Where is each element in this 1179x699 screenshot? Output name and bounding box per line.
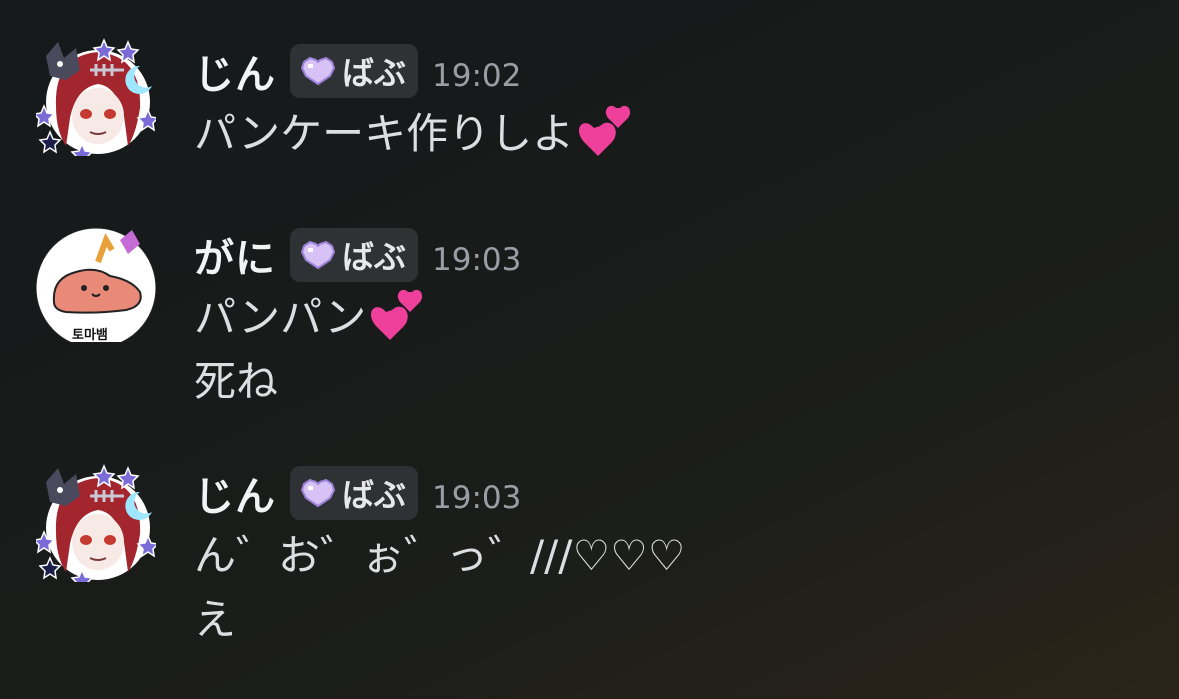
message-text: パンケーキ作りしよ <box>194 109 575 158</box>
tag-label: ばぶ <box>342 54 407 92</box>
message-line: ん゛お゛ぉ゛っ゛///♡♡♡ <box>194 524 685 588</box>
server-tag[interactable]: ばぶ <box>290 228 419 282</box>
two-hearts-emoji <box>579 105 631 156</box>
timestamp: 19:03 <box>432 242 522 278</box>
pixel-heart-icon <box>300 478 336 508</box>
avatar[interactable] <box>36 36 156 156</box>
username[interactable]: じん <box>194 42 276 100</box>
message-content: じん ばぶ 19:02 パンケーキ作りしよ <box>194 40 636 166</box>
message-line: え <box>194 588 685 652</box>
message-text: パンパン <box>194 293 367 342</box>
timestamp: 19:03 <box>432 480 522 516</box>
username[interactable]: がに <box>194 226 276 284</box>
message-header: じん ばぶ 19:02 <box>194 40 636 102</box>
tag-label: ばぶ <box>342 476 407 514</box>
avatar-jin-icon <box>36 464 156 582</box>
message-content: じん ばぶ 19:03 ん゛お゛ぉ゛っ゛///♡♡♡ え <box>194 462 685 652</box>
avatar[interactable]: 토마뱀 <box>36 222 156 343</box>
message-line: パンケーキ作りしよ <box>194 102 636 166</box>
message-text: え <box>194 595 237 644</box>
tag-label: ばぶ <box>342 238 407 276</box>
pixel-heart-icon <box>300 56 336 86</box>
avatar-text: 토마뱀 <box>72 328 108 343</box>
message-line: パンパン <box>194 286 521 350</box>
two-hearts-emoji <box>371 289 423 340</box>
message-line: 死ね <box>194 350 521 414</box>
avatar-jin-icon <box>36 38 156 156</box>
avatar[interactable] <box>36 462 156 582</box>
pixel-heart-icon <box>300 240 336 270</box>
message-content: がに ばぶ 19:03 パンパン 死ね <box>194 224 521 414</box>
message-text: ん゛お゛ぉ゛っ゛///♡♡♡ <box>194 531 686 580</box>
server-tag[interactable]: ばぶ <box>290 466 419 520</box>
message-header: じん ばぶ 19:03 <box>194 462 685 524</box>
message-header: がに ばぶ 19:03 <box>194 224 521 286</box>
username[interactable]: じん <box>194 464 276 522</box>
server-tag[interactable]: ばぶ <box>290 44 419 98</box>
message-text: 死ね <box>194 357 279 406</box>
timestamp: 19:02 <box>432 58 522 94</box>
